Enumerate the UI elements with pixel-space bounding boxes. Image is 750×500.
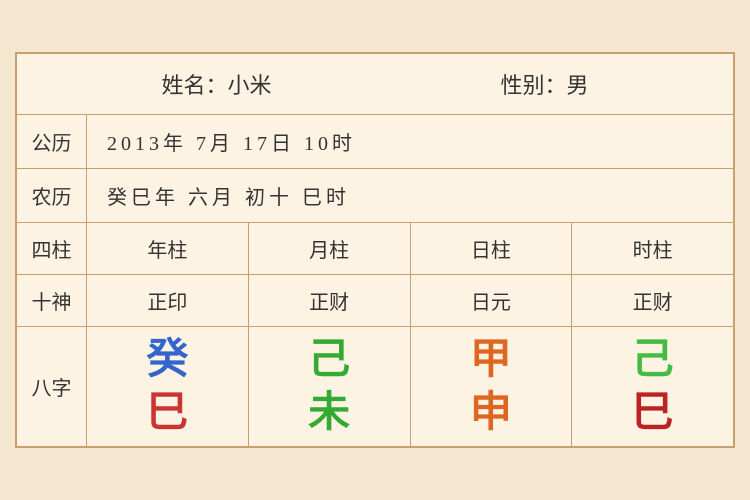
header-row: 姓名：小米 性别：男 xyxy=(17,54,733,115)
lunar-value: 癸巳年 六月 初十 巳时 xyxy=(87,169,370,222)
solar-label: 公历 xyxy=(17,115,87,168)
bazhi-hour-top: 己 xyxy=(632,337,674,383)
lunar-label: 农历 xyxy=(17,169,87,222)
bazhi-day-top: 甲 xyxy=(470,337,512,383)
bazhi-year-top: 癸 xyxy=(146,337,188,383)
lunar-row: 农历 癸巳年 六月 初十 巳时 xyxy=(17,169,733,223)
bazhi-month-top: 己 xyxy=(308,337,350,383)
bazhi-col-1: 己 未 xyxy=(249,327,411,445)
shishen-label: 十神 xyxy=(17,275,87,326)
bazhi-year-bottom: 巳 xyxy=(146,390,188,436)
solar-row: 公历 2013年 7月 17日 10时 xyxy=(17,115,733,169)
pillar-day: 日柱 xyxy=(411,223,573,274)
bazhi-row: 八字 癸 巳 己 未 甲 申 己 巳 xyxy=(17,327,733,445)
shishen-hour: 正财 xyxy=(572,275,733,326)
pillars-label: 四柱 xyxy=(17,223,87,274)
gender-label: 性别：男 xyxy=(500,68,588,100)
pillar-month: 月柱 xyxy=(249,223,411,274)
bazhi-month-bottom: 未 xyxy=(308,390,350,436)
shishen-day: 日元 xyxy=(411,275,573,326)
shishen-year: 正印 xyxy=(87,275,249,326)
bazhi-hour-bottom: 巳 xyxy=(632,390,674,436)
solar-value: 2013年 7月 17日 10时 xyxy=(87,115,376,168)
shishen-month: 正财 xyxy=(249,275,411,326)
shishen-row: 十神 正印 正财 日元 正财 xyxy=(17,275,733,327)
name-label: 姓名：小米 xyxy=(161,68,271,100)
bazhi-col-0: 癸 巳 xyxy=(87,327,249,445)
main-container: 姓名：小米 性别：男 公历 2013年 7月 17日 10时 农历 癸巳年 六月… xyxy=(15,52,735,447)
bazhi-day-bottom: 申 xyxy=(470,390,512,436)
pillar-hour: 时柱 xyxy=(572,223,733,274)
pillars-row: 四柱 年柱 月柱 日柱 时柱 xyxy=(17,223,733,275)
pillar-year: 年柱 xyxy=(87,223,249,274)
bazhi-col-2: 甲 申 xyxy=(411,327,573,445)
bazhi-col-3: 己 巳 xyxy=(572,327,733,445)
bazhi-label: 八字 xyxy=(17,327,87,445)
